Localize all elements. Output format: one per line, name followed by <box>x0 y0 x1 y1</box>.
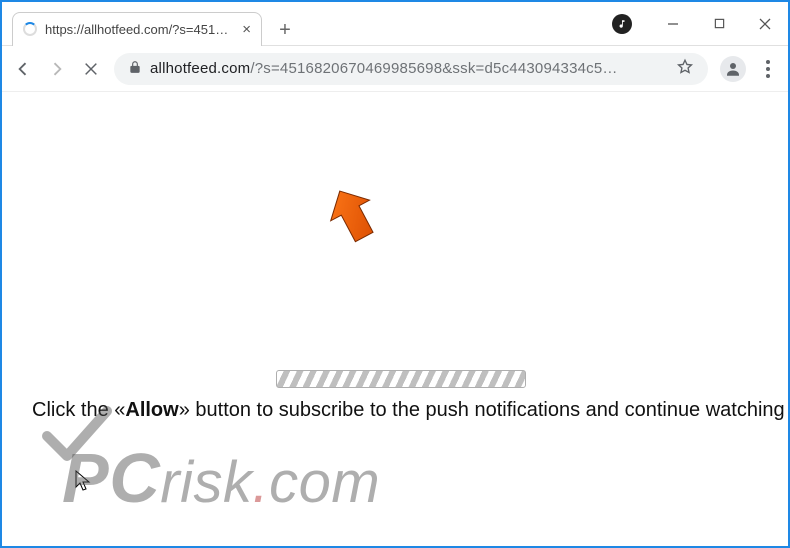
titlebar: https://allhotfeed.com/?s=45168… × + <box>2 2 788 46</box>
page-viewport: Click the «Allow» button to subscribe to… <box>2 92 788 546</box>
maximize-button[interactable] <box>696 2 742 46</box>
close-tab-button[interactable]: × <box>242 21 251 38</box>
watermark-text: PCrisk.com <box>62 438 380 518</box>
url-text: allhotfeed.com/?s=4516820670469985698&ss… <box>150 60 668 77</box>
browser-window: https://allhotfeed.com/?s=45168… × + <box>0 0 790 548</box>
scam-instruction-text: Click the «Allow» button to subscribe to… <box>32 396 785 424</box>
browser-menu-button[interactable] <box>758 60 778 78</box>
address-bar[interactable]: allhotfeed.com/?s=4516820670469985698&ss… <box>114 53 708 85</box>
stop-reload-button[interactable] <box>80 58 102 80</box>
instruction-bold: Allow <box>125 399 178 421</box>
tab-strip: https://allhotfeed.com/?s=45168… × + <box>2 2 300 46</box>
bookmark-star-icon[interactable] <box>676 58 694 80</box>
back-button[interactable] <box>12 58 34 80</box>
window-controls <box>650 2 788 46</box>
annotation-arrow-icon <box>322 184 382 246</box>
url-domain: allhotfeed.com <box>150 60 250 77</box>
minimize-button[interactable] <box>650 2 696 46</box>
tab-title: https://allhotfeed.com/?s=45168… <box>45 22 234 37</box>
navigation-toolbar: allhotfeed.com/?s=4516820670469985698&ss… <box>2 46 788 92</box>
instruction-suffix: » button to subscribe to the push notifi… <box>179 399 785 421</box>
url-path: /?s=4516820670469985698&ssk=d5c443094334… <box>250 60 617 77</box>
lock-icon <box>128 60 142 78</box>
forward-button[interactable] <box>46 58 68 80</box>
close-window-button[interactable] <box>742 2 788 46</box>
media-indicator-icon[interactable] <box>612 14 632 34</box>
fake-loading-bar <box>276 370 526 388</box>
plus-icon: + <box>279 19 291 42</box>
new-tab-button[interactable]: + <box>270 16 300 46</box>
loading-spinner-icon <box>23 22 37 36</box>
profile-avatar-button[interactable] <box>720 56 746 82</box>
active-tab[interactable]: https://allhotfeed.com/?s=45168… × <box>12 12 262 46</box>
